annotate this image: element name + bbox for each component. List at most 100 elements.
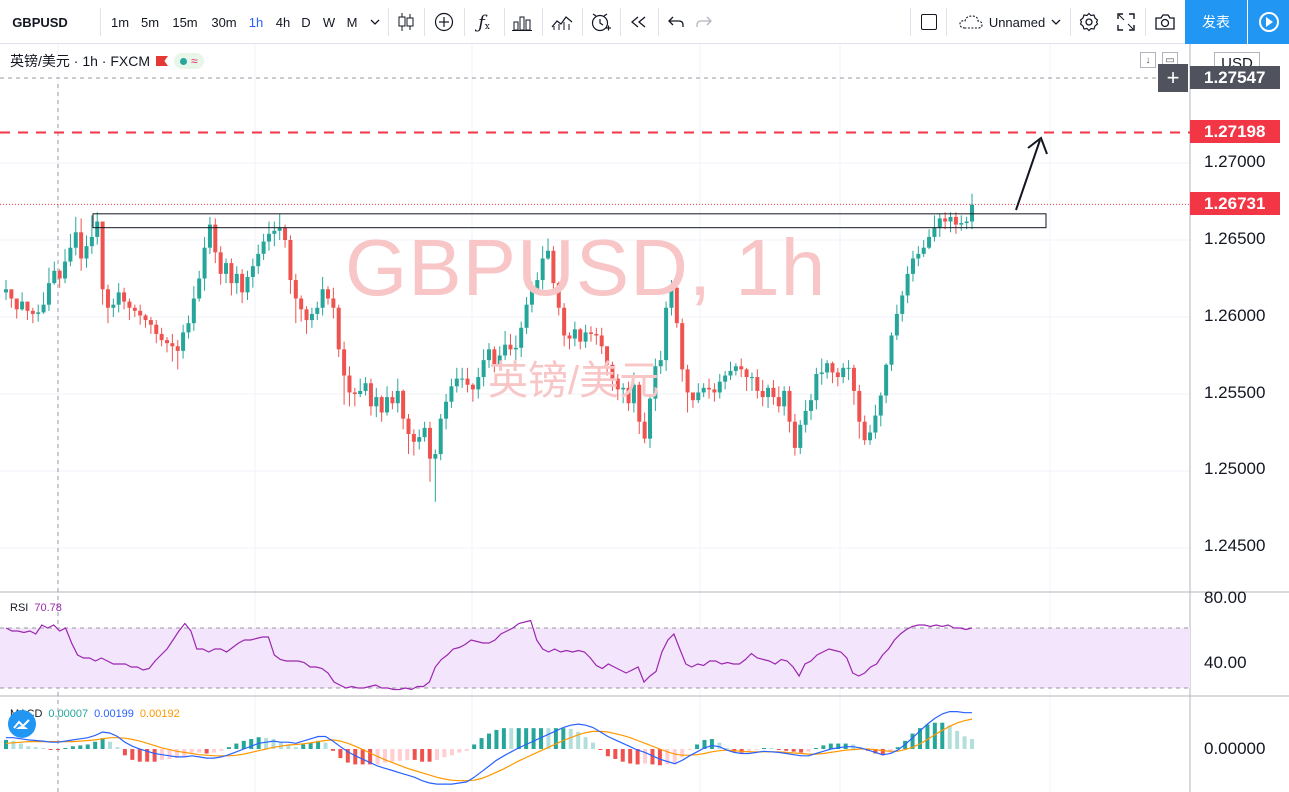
candle (41, 292, 46, 314)
camera-icon[interactable] (1149, 0, 1181, 44)
candle-body (401, 390, 406, 419)
interval-1h-button[interactable]: 1h (244, 0, 268, 44)
candle-style-icon[interactable] (392, 0, 420, 44)
macd-histogram-bar (754, 749, 759, 750)
candle-body (261, 241, 266, 254)
candle (148, 317, 153, 334)
macd-histogram-bar (799, 749, 804, 753)
templates-icon[interactable] (545, 0, 579, 44)
candle-body (658, 360, 663, 367)
compare-icon[interactable] (428, 0, 460, 44)
macd-histogram-bar (330, 749, 335, 751)
interval-5m-button[interactable]: 5m (136, 0, 164, 44)
candle (701, 383, 706, 398)
candle-body (739, 366, 744, 370)
interval-30m-button[interactable]: 30m (205, 0, 243, 44)
macd-histogram-bar (360, 749, 365, 765)
crosshair-plus-icon[interactable]: + (1158, 64, 1188, 92)
toolbar-divider (1145, 8, 1146, 36)
toolbar-divider (100, 8, 101, 36)
candle-body (959, 223, 964, 225)
interval-15m-button[interactable]: 15m (168, 0, 202, 44)
indicators-icon[interactable]: ƒx (468, 0, 500, 44)
toolbar-divider (910, 8, 911, 36)
redo-icon[interactable] (690, 0, 718, 44)
interval-4h-button[interactable]: 4h (270, 0, 296, 44)
macd-histogram-bar (605, 749, 610, 757)
symbol-search-button[interactable]: GBPUSD (8, 0, 72, 44)
candle (825, 360, 830, 379)
toolbar-divider (542, 8, 543, 36)
candle (154, 320, 159, 344)
candle (363, 377, 368, 396)
macd-histogram-bar (531, 728, 536, 749)
fullscreen-square-icon[interactable] (914, 0, 944, 44)
candle-body (841, 367, 846, 378)
candle (197, 270, 202, 302)
interval-dropdown-icon[interactable] (365, 0, 385, 44)
macd-histogram-bar (301, 744, 306, 749)
candle-body (159, 333, 164, 341)
chart-canvas[interactable] (0, 44, 1289, 792)
macd-histogram-bar (26, 746, 31, 749)
macd-histogram-bar (776, 749, 781, 750)
macd-histogram-bar (41, 748, 46, 749)
rsi-tick-label: 80.00 (1204, 588, 1247, 607)
candle-body (943, 218, 948, 222)
candle-body (696, 392, 701, 401)
candle-body (374, 397, 379, 407)
candle (916, 246, 921, 267)
toolbar-divider (504, 8, 505, 36)
macd-histogram-bar (628, 749, 633, 764)
flag-icon[interactable] (156, 56, 169, 66)
macd-histogram-bar (323, 742, 328, 749)
main-legend: 英镑/美元 · 1h · FXCM ≈ (10, 52, 204, 70)
chart-area[interactable]: GBPUSD, 1h 英镑/美元 英镑/美元 · 1h · FXCM ≈ ↓ ▭… (0, 44, 1289, 792)
interval-m-button[interactable]: M (341, 0, 363, 44)
candle-body (476, 377, 481, 390)
candle-body (100, 221, 105, 290)
candle-body (390, 397, 395, 404)
market-status-badge[interactable]: ≈ (174, 53, 204, 69)
scroll-down-icon[interactable]: ↓ (1140, 52, 1156, 68)
candle-body (234, 273, 239, 284)
candle-body (240, 273, 245, 293)
play-button[interactable] (1248, 0, 1289, 44)
candle (36, 304, 41, 322)
macd-histogram-bar (546, 728, 551, 749)
alert-icon[interactable] (585, 0, 617, 44)
candle-body (932, 227, 937, 237)
candle-body (4, 289, 8, 293)
expand-icon[interactable] (1110, 0, 1142, 44)
candle-body (14, 298, 19, 310)
candle (143, 313, 148, 328)
macd-histogram-bar (821, 745, 826, 749)
crosshair-price-label: 1.27547 (1190, 66, 1280, 89)
candle (809, 394, 813, 421)
candle-body (25, 301, 30, 311)
tradingview-logo-icon[interactable] (8, 710, 36, 738)
replay-icon[interactable] (623, 0, 655, 44)
candle (116, 283, 121, 313)
candle (819, 358, 824, 385)
publish-button[interactable]: 发表 (1185, 0, 1247, 44)
trend-arrow-line (1015, 139, 1041, 211)
gear-icon[interactable] (1073, 0, 1105, 44)
undo-icon[interactable] (662, 0, 690, 44)
candle-body (481, 360, 486, 378)
candle-body (256, 253, 261, 267)
candle (374, 387, 379, 418)
macd-histogram-bar (620, 749, 625, 762)
candle-body (835, 372, 840, 378)
interval-w-button[interactable]: W (318, 0, 340, 44)
candle-body (138, 310, 143, 316)
interval-1m-button[interactable]: 1m (106, 0, 134, 44)
interval-d-button[interactable]: D (296, 0, 316, 44)
macd-histogram-bar (390, 749, 395, 762)
candle-body (229, 263, 234, 284)
candle-body (422, 427, 427, 438)
financials-icon[interactable] (506, 0, 538, 44)
layout-menu-button[interactable]: Unnamed (952, 0, 1068, 44)
candle (744, 367, 749, 391)
candle-body (30, 310, 35, 314)
